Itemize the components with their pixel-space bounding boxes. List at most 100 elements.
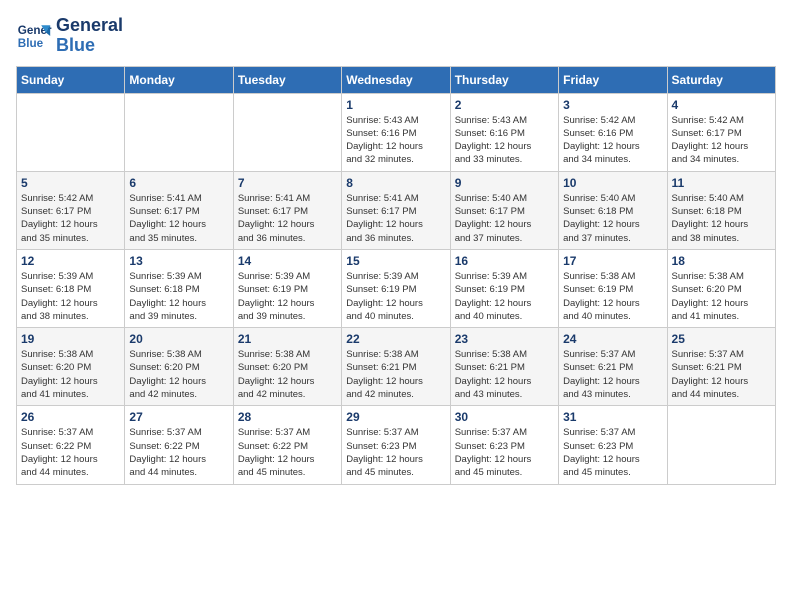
day-number: 18	[672, 254, 771, 268]
calendar-empty-cell	[125, 93, 233, 171]
calendar-header-thursday: Thursday	[450, 66, 558, 93]
calendar-day-27: 27 Sunrise: 5:37 AM Sunset: 6:22 PM Dayli…	[125, 406, 233, 484]
calendar-week-row: 19 Sunrise: 5:38 AM Sunset: 6:20 PM Dayli…	[17, 328, 776, 406]
calendar-day-18: 18 Sunrise: 5:38 AM Sunset: 6:20 PM Dayli…	[667, 249, 775, 327]
day-number: 25	[672, 332, 771, 346]
svg-text:Blue: Blue	[18, 37, 44, 50]
day-info: Sunrise: 5:38 AM Sunset: 6:20 PM Dayligh…	[21, 348, 120, 401]
day-number: 13	[129, 254, 228, 268]
day-number: 14	[238, 254, 337, 268]
day-info: Sunrise: 5:41 AM Sunset: 6:17 PM Dayligh…	[346, 192, 445, 245]
calendar-day-13: 13Sunrise: 5:39 AM Sunset: 6:18 PM Dayli…	[125, 249, 233, 327]
calendar-week-row: 12 Sunrise: 5:39 AM Sunset: 6:18 PM Dayli…	[17, 249, 776, 327]
day-number: 10	[563, 176, 662, 190]
day-number: 11	[672, 176, 771, 190]
calendar-table: SundayMondayTuesdayWednesdayThursdayFrid…	[16, 66, 776, 485]
day-info: Sunrise: 5:38 AM Sunset: 6:20 PM Dayligh…	[238, 348, 337, 401]
calendar-header-wednesday: Wednesday	[342, 66, 450, 93]
day-number: 17	[563, 254, 662, 268]
day-number: 15	[346, 254, 445, 268]
calendar-day-10: 10 Sunrise: 5:40 AM Sunset: 6:18 PM Dayli…	[559, 171, 667, 249]
calendar-day-8: 8 Sunrise: 5:41 AM Sunset: 6:17 PM Daylig…	[342, 171, 450, 249]
day-info: Sunrise: 5:38 AM Sunset: 6:21 PM Dayligh…	[455, 348, 554, 401]
calendar-day-26: 26 Sunrise: 5:37 AM Sunset: 6:22 PM Dayli…	[17, 406, 125, 484]
calendar-day-16: 16 Sunrise: 5:39 AM Sunset: 6:19 PM Dayli…	[450, 249, 558, 327]
day-info: Sunrise: 5:38 AM Sunset: 6:19 PM Dayligh…	[563, 270, 662, 323]
day-number: 20	[129, 332, 228, 346]
day-info: Sunrise: 5:42 AM Sunset: 6:16 PM Dayligh…	[563, 114, 662, 167]
logo-icon: General Blue	[16, 18, 52, 54]
day-number: 12	[21, 254, 120, 268]
day-number: 22	[346, 332, 445, 346]
day-number: 2	[455, 98, 554, 112]
day-info: Sunrise: 5:37 AM Sunset: 6:21 PM Dayligh…	[563, 348, 662, 401]
day-number: 3	[563, 98, 662, 112]
day-info: Sunrise: 5:37 AM Sunset: 6:22 PM Dayligh…	[21, 426, 120, 479]
calendar-day-9: 9Sunrise: 5:40 AM Sunset: 6:17 PM Daylig…	[450, 171, 558, 249]
calendar-day-30: 30Sunrise: 5:37 AM Sunset: 6:23 PM Dayli…	[450, 406, 558, 484]
calendar-day-7: 7Sunrise: 5:41 AM Sunset: 6:17 PM Daylig…	[233, 171, 341, 249]
calendar-day-4: 4Sunrise: 5:42 AM Sunset: 6:17 PM Daylig…	[667, 93, 775, 171]
day-info: Sunrise: 5:43 AM Sunset: 6:16 PM Dayligh…	[455, 114, 554, 167]
calendar-day-31: 31 Sunrise: 5:37 AM Sunset: 6:23 PM Dayli…	[559, 406, 667, 484]
day-info: Sunrise: 5:41 AM Sunset: 6:17 PM Dayligh…	[129, 192, 228, 245]
calendar-day-19: 19 Sunrise: 5:38 AM Sunset: 6:20 PM Dayli…	[17, 328, 125, 406]
calendar-day-29: 29Sunrise: 5:37 AM Sunset: 6:23 PM Dayli…	[342, 406, 450, 484]
calendar-day-23: 23 Sunrise: 5:38 AM Sunset: 6:21 PM Dayli…	[450, 328, 558, 406]
calendar-day-3: 3 Sunrise: 5:42 AM Sunset: 6:16 PM Daylig…	[559, 93, 667, 171]
calendar-day-21: 21 Sunrise: 5:38 AM Sunset: 6:20 PM Dayli…	[233, 328, 341, 406]
calendar-empty-cell	[233, 93, 341, 171]
day-number: 31	[563, 410, 662, 424]
calendar-day-6: 6 Sunrise: 5:41 AM Sunset: 6:17 PM Daylig…	[125, 171, 233, 249]
calendar-day-28: 28 Sunrise: 5:37 AM Sunset: 6:22 PM Dayli…	[233, 406, 341, 484]
day-number: 26	[21, 410, 120, 424]
calendar-day-24: 24 Sunrise: 5:37 AM Sunset: 6:21 PM Dayli…	[559, 328, 667, 406]
day-info: Sunrise: 5:40 AM Sunset: 6:18 PM Dayligh…	[563, 192, 662, 245]
calendar-header-sunday: Sunday	[17, 66, 125, 93]
calendar-week-row: 5Sunrise: 5:42 AM Sunset: 6:17 PM Daylig…	[17, 171, 776, 249]
calendar-header-saturday: Saturday	[667, 66, 775, 93]
day-info: Sunrise: 5:42 AM Sunset: 6:17 PM Dayligh…	[672, 114, 771, 167]
day-number: 7	[238, 176, 337, 190]
calendar-header-friday: Friday	[559, 66, 667, 93]
day-number: 19	[21, 332, 120, 346]
day-info: Sunrise: 5:38 AM Sunset: 6:21 PM Dayligh…	[346, 348, 445, 401]
day-info: Sunrise: 5:39 AM Sunset: 6:19 PM Dayligh…	[238, 270, 337, 323]
day-number: 8	[346, 176, 445, 190]
calendar-day-1: 1Sunrise: 5:43 AM Sunset: 6:16 PM Daylig…	[342, 93, 450, 171]
calendar-day-14: 14 Sunrise: 5:39 AM Sunset: 6:19 PM Dayli…	[233, 249, 341, 327]
calendar-day-5: 5Sunrise: 5:42 AM Sunset: 6:17 PM Daylig…	[17, 171, 125, 249]
day-number: 24	[563, 332, 662, 346]
calendar-day-20: 20Sunrise: 5:38 AM Sunset: 6:20 PM Dayli…	[125, 328, 233, 406]
day-number: 23	[455, 332, 554, 346]
day-info: Sunrise: 5:39 AM Sunset: 6:18 PM Dayligh…	[21, 270, 120, 323]
day-info: Sunrise: 5:37 AM Sunset: 6:23 PM Dayligh…	[563, 426, 662, 479]
day-info: Sunrise: 5:37 AM Sunset: 6:23 PM Dayligh…	[346, 426, 445, 479]
day-number: 21	[238, 332, 337, 346]
day-number: 28	[238, 410, 337, 424]
day-info: Sunrise: 5:39 AM Sunset: 6:19 PM Dayligh…	[455, 270, 554, 323]
calendar-header-row: SundayMondayTuesdayWednesdayThursdayFrid…	[17, 66, 776, 93]
day-number: 16	[455, 254, 554, 268]
day-info: Sunrise: 5:43 AM Sunset: 6:16 PM Dayligh…	[346, 114, 445, 167]
day-info: Sunrise: 5:38 AM Sunset: 6:20 PM Dayligh…	[672, 270, 771, 323]
day-number: 6	[129, 176, 228, 190]
day-info: Sunrise: 5:40 AM Sunset: 6:18 PM Dayligh…	[672, 192, 771, 245]
calendar-day-22: 22 Sunrise: 5:38 AM Sunset: 6:21 PM Dayli…	[342, 328, 450, 406]
calendar-empty-cell	[667, 406, 775, 484]
calendar-day-25: 25Sunrise: 5:37 AM Sunset: 6:21 PM Dayli…	[667, 328, 775, 406]
page-header: General Blue General Blue	[16, 16, 776, 56]
calendar-week-row: 1Sunrise: 5:43 AM Sunset: 6:16 PM Daylig…	[17, 93, 776, 171]
day-info: Sunrise: 5:39 AM Sunset: 6:19 PM Dayligh…	[346, 270, 445, 323]
day-number: 9	[455, 176, 554, 190]
day-info: Sunrise: 5:37 AM Sunset: 6:23 PM Dayligh…	[455, 426, 554, 479]
calendar-day-12: 12 Sunrise: 5:39 AM Sunset: 6:18 PM Dayli…	[17, 249, 125, 327]
logo: General Blue General Blue	[16, 16, 123, 56]
calendar-day-17: 17 Sunrise: 5:38 AM Sunset: 6:19 PM Dayli…	[559, 249, 667, 327]
day-number: 27	[129, 410, 228, 424]
calendar-empty-cell	[17, 93, 125, 171]
calendar-day-11: 11 Sunrise: 5:40 AM Sunset: 6:18 PM Dayli…	[667, 171, 775, 249]
calendar-week-row: 26 Sunrise: 5:37 AM Sunset: 6:22 PM Dayli…	[17, 406, 776, 484]
day-info: Sunrise: 5:37 AM Sunset: 6:22 PM Dayligh…	[129, 426, 228, 479]
day-info: Sunrise: 5:37 AM Sunset: 6:22 PM Dayligh…	[238, 426, 337, 479]
